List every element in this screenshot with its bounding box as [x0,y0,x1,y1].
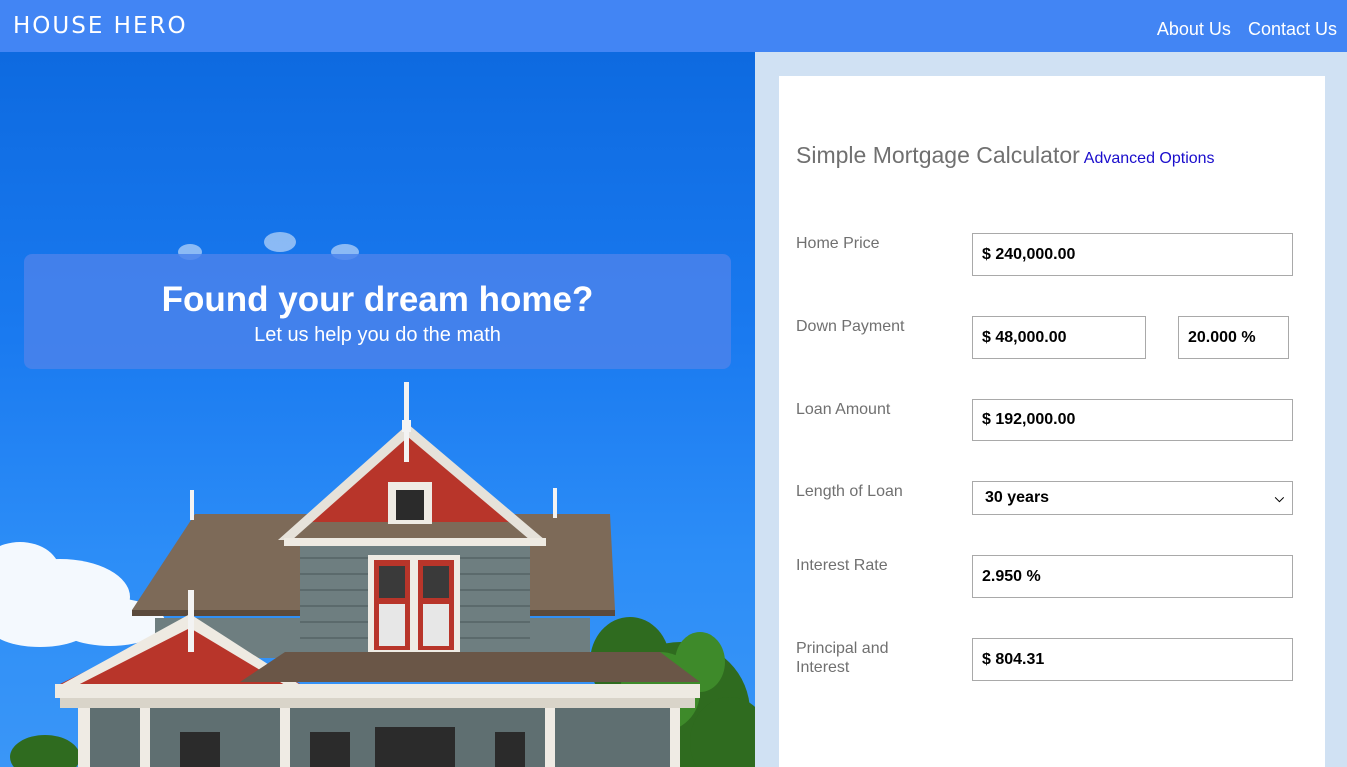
home-price-label: Home Price [796,235,880,252]
principal-interest-output[interactable]: $ 804.31 [972,638,1293,681]
nav-about-us[interactable]: About Us [1157,19,1231,39]
hero-title: Found your dream home? [161,280,594,319]
home-price-input[interactable]: $ 240,000.00 [972,233,1293,276]
hero-image: Found your dream home? Let us help you d… [0,52,755,767]
loan-length-selected: 30 years [985,489,1050,506]
principal-interest-label: Principal and Interest [796,640,889,676]
down-payment-input[interactable]: $ 48,000.00 [972,316,1146,359]
hero-subtitle: Let us help you do the math [254,324,501,346]
down-payment-label: Down Payment [796,318,905,335]
nav-contact-us[interactable]: Contact Us [1248,19,1337,39]
calculator-panel: Simple Mortgage Calculator Advanced Optio… [779,76,1325,767]
loan-amount-input[interactable]: $ 192,000.00 [972,399,1293,441]
top-navbar: HOUSE HERO About Us Contact Us [0,0,1347,52]
loan-length-label: Length of Loan [796,483,903,500]
chevron-down-icon: ⌵ [1274,490,1284,505]
interest-rate-input[interactable]: 2.950 % [972,555,1293,598]
loan-amount-label: Loan Amount [796,401,891,418]
nav-links: About Us Contact Us [1145,19,1337,40]
down-payment-percent-input[interactable]: 20.000 % [1178,316,1289,359]
advanced-options-link[interactable]: Advanced Options [1084,150,1215,167]
house-illustration [0,232,755,767]
brand-logo[interactable]: HOUSE HERO [13,13,188,39]
interest-rate-label: Interest Rate [796,557,888,574]
calculator-title-text: Simple Mortgage Calculator [796,142,1080,168]
calculator-title: Simple Mortgage Calculator Advanced Optio… [796,142,1215,169]
hero-banner: Found your dream home? Let us help you d… [24,254,731,369]
loan-length-select[interactable]: 30 years ⌵ [972,481,1293,515]
